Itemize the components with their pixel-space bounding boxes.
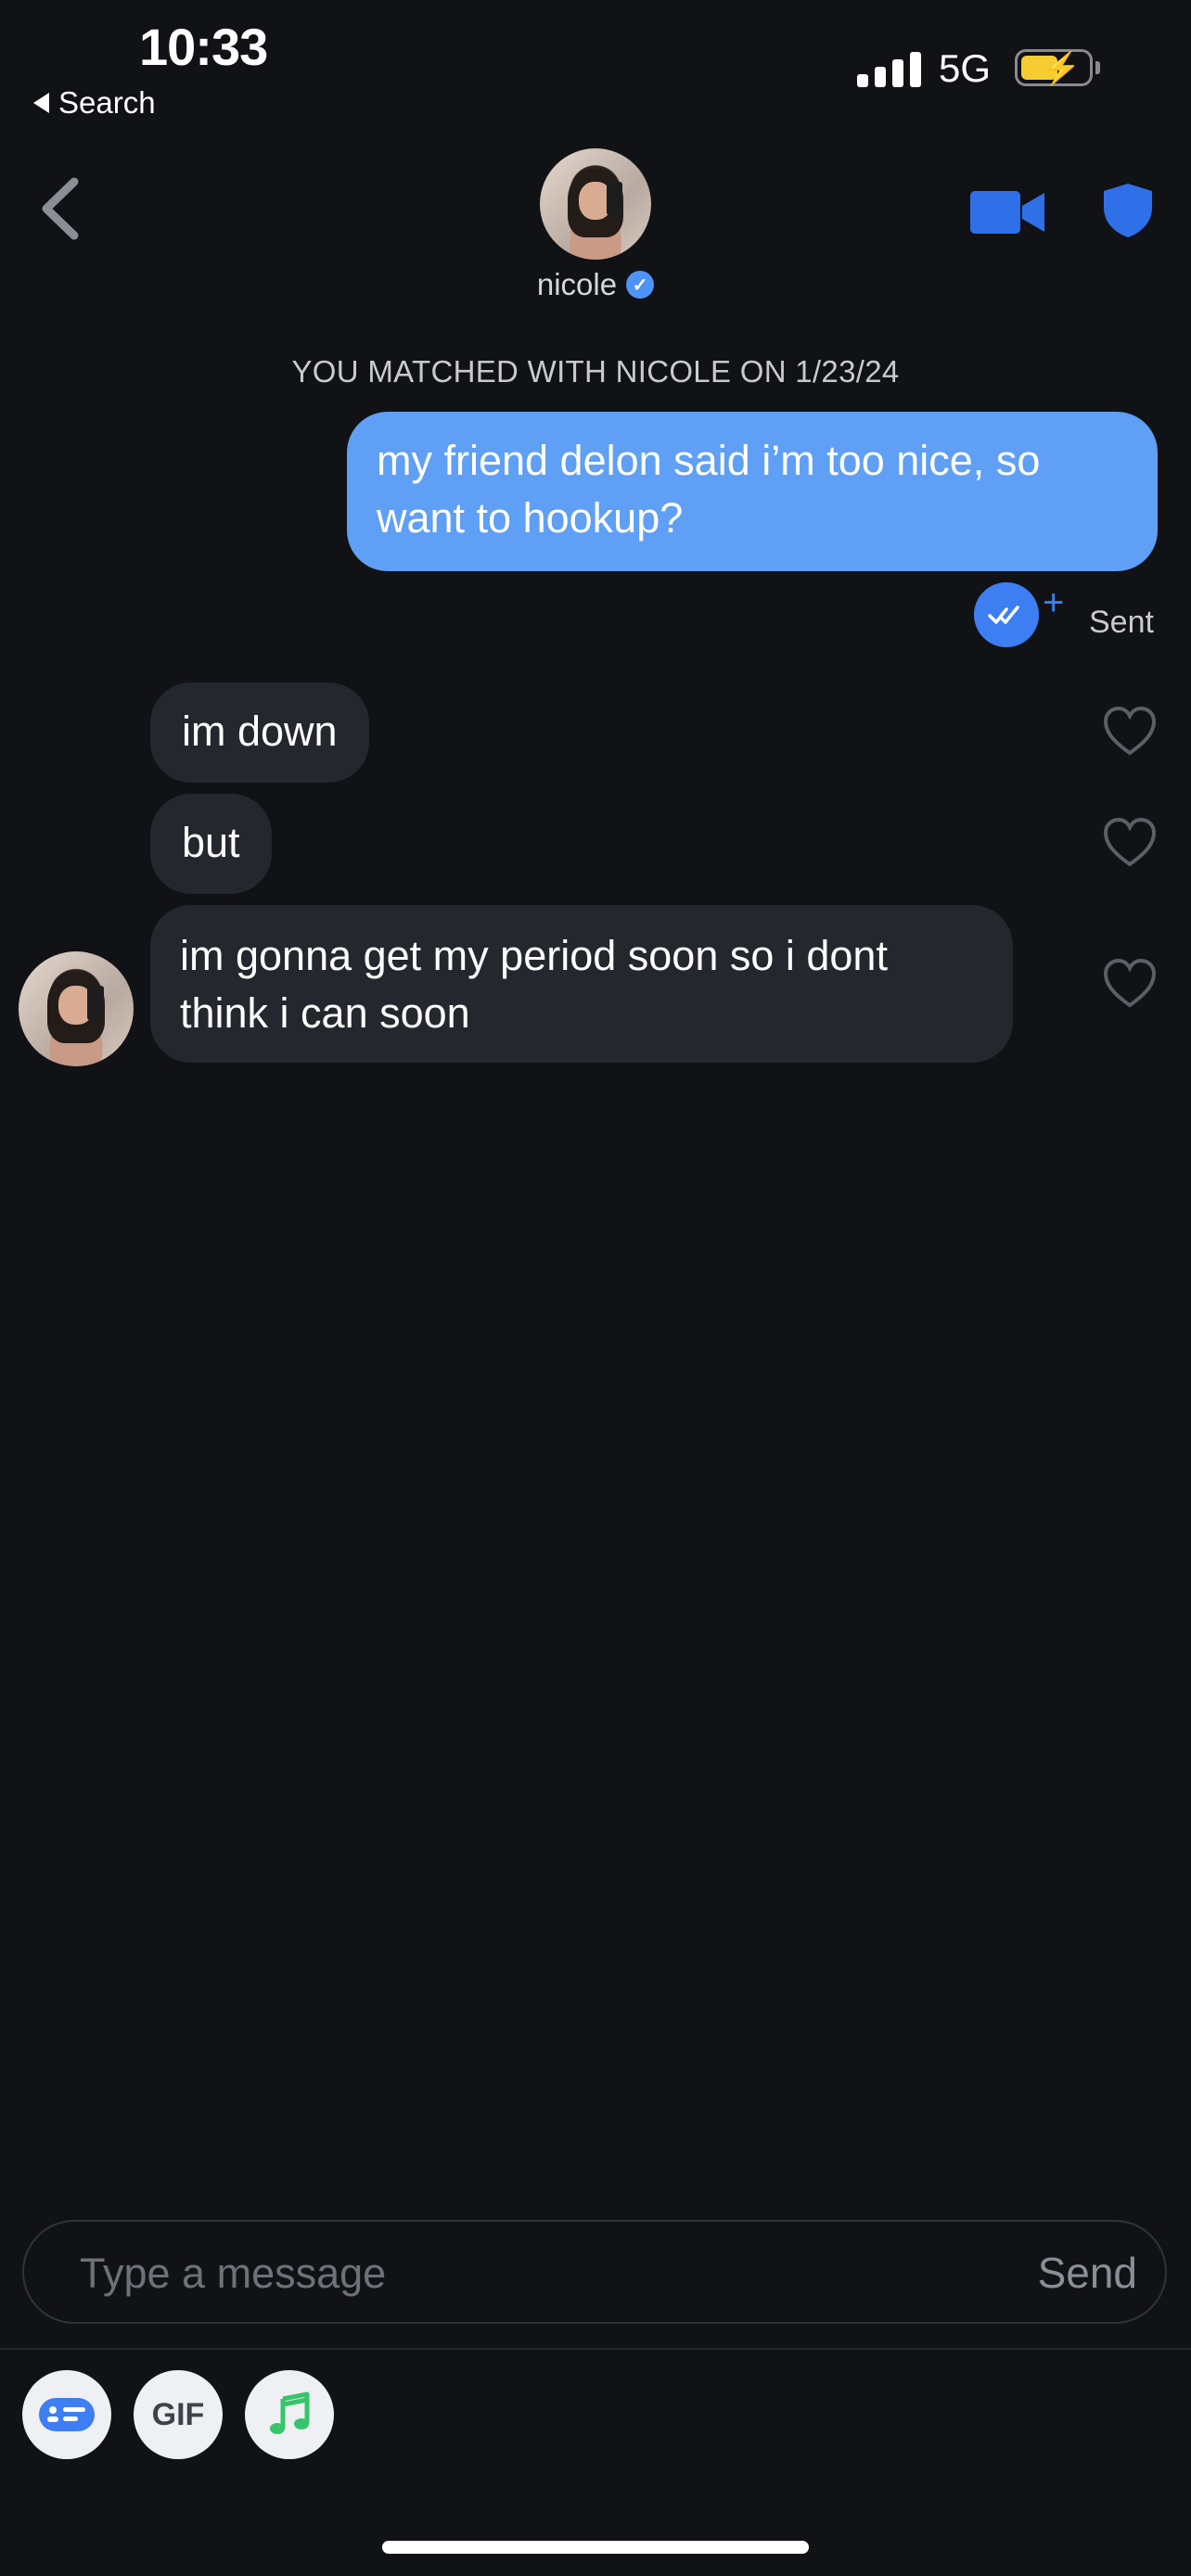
safety-shield-icon[interactable] <box>1102 182 1154 239</box>
match-notice: YOU MATCHED WITH NICOLE ON 1/23/24 <box>291 354 900 389</box>
cellular-signal-icon <box>857 52 921 87</box>
like-heart-icon[interactable] <box>1102 816 1158 868</box>
send-button[interactable]: Send <box>1038 2248 1137 2298</box>
back-to-search-link[interactable]: Search <box>33 85 156 121</box>
back-triangle-icon <box>33 93 49 113</box>
read-receipt-plus-icon[interactable]: + <box>1043 582 1064 624</box>
like-heart-icon[interactable] <box>1102 705 1158 757</box>
profile-name: nicole <box>536 267 618 301</box>
like-heart-icon[interactable] <box>1102 957 1158 1009</box>
message-status: Sent <box>1089 605 1154 640</box>
message-card-icon <box>39 2398 95 2431</box>
gif-label: GIF <box>151 2396 205 2432</box>
status-time: 10:33 <box>139 18 268 76</box>
music-button[interactable] <box>245 2370 334 2459</box>
sticker-button[interactable] <box>22 2370 111 2459</box>
incoming-message[interactable]: but <box>150 794 272 894</box>
message-composer: Send <box>22 2220 1167 2324</box>
read-receipt-icon[interactable] <box>974 582 1039 647</box>
profile-avatar[interactable] <box>540 148 651 260</box>
composer-divider <box>0 2348 1191 2350</box>
back-chevron-icon[interactable] <box>37 176 83 241</box>
music-note-icon <box>270 2391 310 2434</box>
video-call-icon[interactable] <box>970 189 1044 236</box>
home-indicator[interactable] <box>382 2541 809 2554</box>
back-to-search-label: Search <box>58 85 156 120</box>
incoming-message[interactable]: im down <box>150 682 369 783</box>
sender-avatar[interactable] <box>19 951 134 1066</box>
network-type: 5G <box>939 46 992 90</box>
incoming-message[interactable]: im gonna get my period soon so i dont th… <box>150 905 1013 1063</box>
charging-bolt-icon: ⚡ <box>1042 51 1082 86</box>
gif-button[interactable]: GIF <box>134 2370 223 2459</box>
outgoing-message[interactable]: my friend delon said i’m too nice, so wa… <box>347 412 1158 571</box>
battery-cap <box>1095 61 1100 74</box>
verified-badge-icon: ✓ <box>626 271 655 299</box>
profile-name-row[interactable]: nicole ✓ <box>0 267 1191 302</box>
battery-icon: ⚡ <box>1015 49 1093 86</box>
message-input[interactable] <box>78 2248 916 2300</box>
